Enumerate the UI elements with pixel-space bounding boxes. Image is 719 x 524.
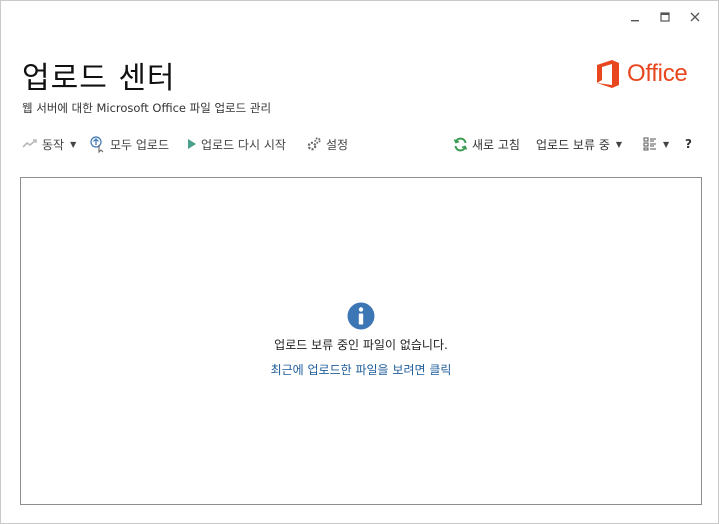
close-button[interactable]: [680, 7, 710, 27]
gear-icon: [307, 137, 321, 151]
empty-message: 업로드 보류 중인 파일이 없습니다.: [274, 338, 448, 352]
actions-icon: [22, 139, 37, 148]
recent-uploads-link[interactable]: 최근에 업로드한 파일을 보려면 클릭: [21, 361, 701, 378]
help-button[interactable]: ?: [685, 133, 692, 155]
page-subtitle: 웹 서버에 대한 Microsoft Office 파일 업로드 관리: [22, 101, 272, 115]
actions-label: 동작: [42, 137, 65, 152]
toolbar: 동작 ▼ 모두 업로드 업로드 다시 시작 설정 새로 고침 업로드 보류 중 …: [22, 133, 700, 155]
chevron-down-icon: ▼: [615, 139, 623, 149]
actions-menu-button[interactable]: 동작 ▼: [22, 133, 76, 155]
refresh-icon: [453, 137, 468, 151]
maximize-button[interactable]: [650, 7, 680, 27]
page-title: 업로드 센터: [22, 61, 176, 96]
window-caption-buttons: [620, 7, 710, 27]
upload-center-window: 업로드 센터 웹 서버에 대한 Microsoft Office 파일 업로드 …: [0, 0, 719, 524]
resume-upload-button[interactable]: 업로드 다시 시작: [187, 133, 286, 155]
filter-dropdown[interactable]: 업로드 보류 중 ▼: [536, 133, 622, 155]
info-icon: [347, 302, 375, 330]
settings-button[interactable]: 설정: [306, 133, 348, 155]
play-icon: [188, 139, 196, 149]
settings-label: 설정: [326, 137, 349, 152]
upload-all-button[interactable]: 모두 업로드: [89, 133, 169, 155]
upload-all-icon: [90, 135, 104, 153]
close-icon: [690, 12, 700, 22]
upload-all-label: 모두 업로드: [110, 137, 170, 152]
empty-state: 업로드 보류 중인 파일이 없습니다. 최근에 업로드한 파일을 보려면 클릭: [21, 302, 701, 378]
filter-selected-value: 업로드 보류 중: [536, 137, 610, 152]
pending-uploads-panel: 업로드 보류 중인 파일이 없습니다. 최근에 업로드한 파일을 보려면 클릭: [20, 177, 702, 505]
refresh-label: 새로 고침: [472, 137, 520, 152]
office-logo-text: Office: [627, 60, 688, 87]
resume-upload-label: 업로드 다시 시작: [201, 137, 286, 152]
office-logo: Office: [595, 59, 688, 89]
maximize-icon: [660, 12, 670, 22]
refresh-button[interactable]: 새로 고침: [453, 133, 520, 155]
view-options-button[interactable]: ▼: [643, 133, 669, 155]
minimize-button[interactable]: [620, 7, 650, 27]
chevron-down-icon: ▼: [70, 139, 77, 149]
chevron-down-icon: ▼: [663, 139, 670, 149]
minimize-icon: [631, 20, 639, 22]
view-list-icon: [643, 137, 656, 151]
office-logo-icon: [597, 60, 619, 88]
help-label: ?: [685, 137, 692, 151]
